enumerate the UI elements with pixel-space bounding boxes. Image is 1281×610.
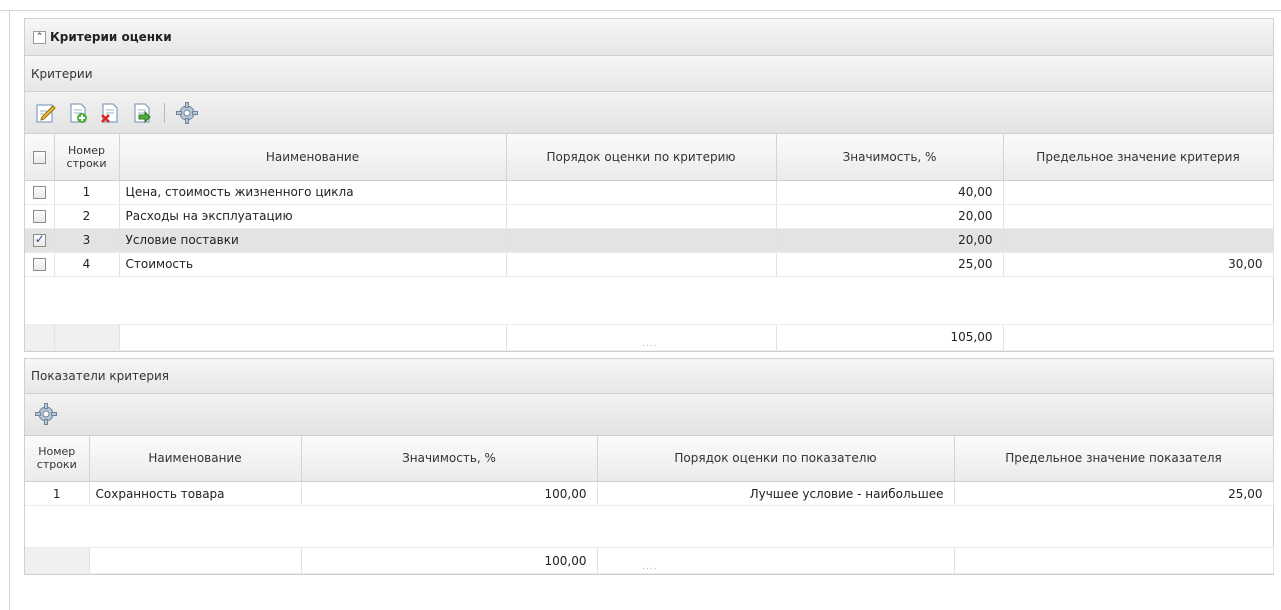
criteria-section: ⌃ Критерии оценки Критерии Номер строки … <box>24 18 1274 575</box>
empty-row <box>25 505 1273 548</box>
select-all-checkbox[interactable] <box>32 150 46 164</box>
row-name: Цена, стоимость жизненного цикла <box>119 180 507 205</box>
toolbar-separator <box>164 102 165 123</box>
row-order <box>506 228 777 253</box>
total-weight: 105,00 <box>776 323 1004 351</box>
column-name[interactable]: Наименование <box>119 134 507 181</box>
row-weight: 25,00 <box>776 252 1004 277</box>
table-row[interactable]: 1 Цена, стоимость жизненного цикла 40,00 <box>25 180 1274 205</box>
export-button[interactable] <box>129 100 155 126</box>
indicators-panel-header: Показатели критерия <box>24 357 1274 394</box>
outer-border-top <box>0 10 1281 11</box>
row-number: 2 <box>54 204 120 229</box>
edit-button[interactable] <box>33 100 59 126</box>
table-row[interactable]: 4 Стоимость 25,00 30,00 <box>25 252 1274 277</box>
row-name: Условие поставки <box>119 228 507 253</box>
row-limit: 30,00 <box>1003 252 1274 277</box>
row-weight: 100,00 <box>301 481 598 506</box>
row-name: Стоимость <box>119 252 507 277</box>
column-weight[interactable]: Значимость, % <box>776 134 1004 181</box>
criteria-grid: Номер строки Наименование Порядок оценки… <box>24 134 1274 352</box>
settings-button[interactable] <box>33 401 59 427</box>
add-document-icon <box>70 103 87 123</box>
section-title: Критерии оценки <box>50 30 172 44</box>
criteria-panel-title: Критерии <box>31 66 93 81</box>
column-weight[interactable]: Значимость, % <box>301 435 598 482</box>
empty-row <box>25 276 1273 325</box>
delete-document-icon <box>101 103 118 123</box>
column-evaluation-order[interactable]: Порядок оценки по показателю <box>597 435 955 482</box>
select-all-header[interactable] <box>25 134 55 181</box>
row-name: Расходы на эксплуатацию <box>119 204 507 229</box>
row-order <box>506 204 777 229</box>
export-document-icon <box>134 103 151 123</box>
row-order: Лучшее условие - наибольшее <box>597 481 955 506</box>
section-header[interactable]: ⌃ Критерии оценки <box>24 18 1274 56</box>
indicators-toolbar <box>24 393 1274 436</box>
table-row-selected[interactable]: 3 Условие поставки 20,00 <box>25 228 1274 253</box>
row-checkbox[interactable] <box>32 210 46 223</box>
row-number: 1 <box>25 481 90 506</box>
row-weight: 20,00 <box>776 204 1004 229</box>
row-number: 3 <box>54 228 120 253</box>
row-limit <box>1003 204 1274 229</box>
delete-button[interactable] <box>97 100 123 126</box>
row-weight: 40,00 <box>776 180 1004 205</box>
column-row-number[interactable]: Номер строки <box>54 134 120 181</box>
row-weight: 20,00 <box>776 228 1004 253</box>
column-evaluation-order[interactable]: Порядок оценки по критерию <box>506 134 777 181</box>
add-button[interactable] <box>65 100 91 126</box>
row-checkbox[interactable] <box>32 186 46 199</box>
total-weight: 100,00 <box>301 547 598 574</box>
row-number: 4 <box>54 252 120 277</box>
table-row[interactable]: 1 Сохранность товара 100,00 Лучшее услов… <box>25 481 1274 506</box>
gear-icon <box>176 101 198 124</box>
column-name[interactable]: Наименование <box>89 435 302 482</box>
indicators-grid: Номер строки Наименование Значимость, % … <box>24 435 1274 575</box>
resize-grip[interactable]: .... <box>642 562 657 572</box>
column-limit-value[interactable]: Предельное значение критерия <box>1003 134 1274 181</box>
row-limit <box>1003 228 1274 253</box>
gear-icon <box>35 403 57 425</box>
row-checkbox[interactable] <box>32 258 46 271</box>
edit-icon <box>36 104 56 122</box>
criteria-panel-header: Критерии <box>24 56 1274 92</box>
row-limit <box>1003 180 1274 205</box>
column-row-number[interactable]: Номер строки <box>25 435 90 482</box>
resize-grip[interactable]: .... <box>642 339 657 349</box>
row-name: Сохранность товара <box>89 481 302 506</box>
column-limit-value[interactable]: Предельное значение показателя <box>954 435 1274 482</box>
table-row[interactable]: 2 Расходы на эксплуатацию 20,00 <box>25 204 1274 229</box>
double-chevron-up-icon[interactable]: ⌃ <box>33 30 46 44</box>
outer-border-left <box>9 10 10 610</box>
row-number: 1 <box>54 180 120 205</box>
row-checkbox-checked[interactable] <box>32 232 46 247</box>
criteria-toolbar <box>24 92 1274 134</box>
settings-button[interactable] <box>174 100 200 126</box>
row-order <box>506 252 777 277</box>
row-order <box>506 180 777 205</box>
indicators-panel-title: Показатели критерия <box>31 368 170 383</box>
row-limit: 25,00 <box>954 481 1274 506</box>
